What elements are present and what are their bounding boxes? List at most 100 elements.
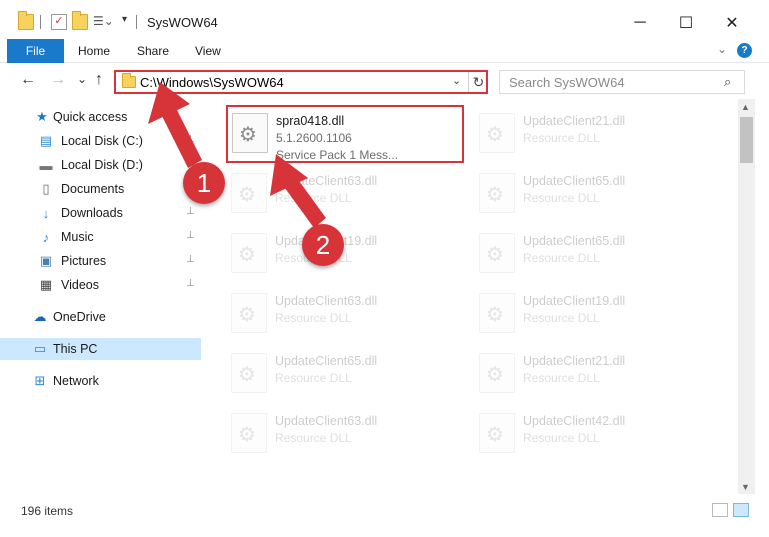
file-name: UpdateClient63.dll <box>275 414 378 428</box>
sidebar-item-network[interactable]: ⊞ Network <box>0 370 201 392</box>
sidebar-item-label: Downloads <box>61 206 123 220</box>
sidebar-item-label: Documents <box>61 182 125 196</box>
tab-view[interactable]: View <box>195 44 221 58</box>
pin-icon[interactable]: ⊥ <box>186 278 195 289</box>
file-tile[interactable]: UpdateClient21.dll Resource DLL <box>475 345 711 401</box>
item-count: 196 items <box>21 504 74 518</box>
address-dropdown-icon[interactable]: ⌄ <box>452 74 461 87</box>
sidebar-item-local-disk-d[interactable]: ▬ Local Disk (D:) <box>0 154 201 176</box>
sidebar-item-videos[interactable]: ▦ Videos ⊥ <box>0 274 201 296</box>
refresh-button[interactable]: ↻ <box>468 72 488 92</box>
file-name: UpdateClient63.dll <box>275 294 378 308</box>
sidebar-item-label: Local Disk (D:) <box>61 158 143 172</box>
scroll-thumb[interactable] <box>740 117 753 163</box>
file-tile[interactable]: UpdateClient65.dll Resource DLL <box>227 345 463 401</box>
sidebar-item-onedrive[interactable]: ☁ OneDrive <box>0 306 201 328</box>
file-tile[interactable]: UpdateClient63.dll Resource DLL <box>227 165 463 221</box>
sidebar-item-label: OneDrive <box>53 310 106 324</box>
documents-icon: ▯ <box>42 181 50 196</box>
monitor-icon: ▭ <box>33 341 47 356</box>
film-icon: ▦ <box>39 277 53 292</box>
star-icon: ★ <box>36 109 48 124</box>
dll-file-icon <box>479 233 515 273</box>
new-folder-icon[interactable] <box>72 11 88 30</box>
address-path[interactable]: C:\Windows\SysWOW64 <box>140 75 284 90</box>
large-icons-view-button[interactable] <box>733 503 749 517</box>
search-box[interactable]: ⌕ <box>499 70 745 94</box>
pin-icon[interactable]: ⊥ <box>186 134 195 145</box>
dll-file-icon <box>231 293 267 333</box>
search-input[interactable] <box>500 71 720 93</box>
file-name: UpdateClient21.dll <box>523 114 626 128</box>
file-tile[interactable]: UpdateClient19.dllResource DLL <box>227 225 463 281</box>
forward-button[interactable]: → <box>50 71 66 89</box>
dll-file-icon <box>479 113 515 153</box>
dll-file-icon <box>231 233 267 273</box>
file-tile[interactable]: UpdateClient19.dllResource DLL <box>475 285 711 341</box>
title-bar: ✓ ☰⌄ ▾ SysWOW64 ─ ☐ ✕ <box>0 0 769 44</box>
up-button[interactable]: ↑ <box>95 71 103 89</box>
file-tile[interactable]: UpdateClient65.dll Resource DLL <box>475 165 711 221</box>
minimize-button[interactable]: ─ <box>617 6 663 40</box>
divider <box>40 15 41 29</box>
dll-file-icon <box>231 353 267 393</box>
dll-file-icon <box>231 413 267 453</box>
sidebar-item-this-pc[interactable]: ▭ This PC <box>0 338 201 360</box>
scroll-down-arrow-icon[interactable]: ▼ <box>741 482 750 492</box>
tab-home[interactable]: Home <box>78 44 110 58</box>
dll-file-icon <box>479 173 515 213</box>
help-icon[interactable]: ? <box>737 43 752 58</box>
scroll-up-arrow-icon[interactable]: ▲ <box>741 102 750 112</box>
divider <box>136 15 137 29</box>
file-type: Resource DLL <box>275 371 352 385</box>
file-type: Resource DLL <box>275 311 352 325</box>
file-name: UpdateClient65.dll <box>275 354 378 368</box>
file-tile[interactable]: UpdateClient63.dll Resource DLL <box>227 285 463 341</box>
file-name: UpdateClient65.dll <box>523 234 626 248</box>
sidebar-item-local-disk-c[interactable]: ▤ Local Disk (C:) ⊥ <box>0 130 201 152</box>
file-tile[interactable]: UpdateClient63.dll Resource DLL <box>227 405 463 461</box>
sidebar-item-label: This PC <box>53 342 98 356</box>
sidebar-item-pictures[interactable]: ▣ Pictures ⊥ <box>0 250 201 272</box>
sidebar-item-label: Network <box>53 374 99 388</box>
customize-toolbar-icon[interactable]: ☰⌄ <box>93 14 114 30</box>
collapse-ribbon-icon[interactable]: ⌄ <box>717 42 727 56</box>
pin-icon[interactable]: ⊥ <box>186 206 195 217</box>
download-arrow-icon: ↓ <box>42 205 50 221</box>
window-title: SysWOW64 <box>147 15 218 30</box>
sidebar-item-quick-access[interactable]: ★ Quick access <box>0 106 201 128</box>
status-bar: 196 items <box>0 500 769 522</box>
file-type: Resource DLL <box>523 131 600 145</box>
sidebar-item-downloads[interactable]: ↓ Downloads ⊥ <box>0 202 201 224</box>
file-tile[interactable]: UpdateClient65.dll Resource DLL <box>475 225 711 281</box>
recent-locations-button[interactable]: ⌄ <box>77 72 87 86</box>
file-name: UpdateClient42.dll <box>523 414 626 428</box>
sidebar-item-label: Quick access <box>53 110 128 124</box>
vertical-scrollbar[interactable]: ▲ ▼ <box>738 99 755 494</box>
maximize-button[interactable]: ☐ <box>663 6 709 40</box>
cloud-icon: ☁ <box>33 309 47 324</box>
sidebar-item-documents[interactable]: ▯ Documents <box>0 178 201 200</box>
file-tile[interactable]: UpdateClient21.dll Resource DLL <box>475 105 711 161</box>
dll-file-icon <box>479 293 515 333</box>
file-type: Resource DLL <box>523 311 600 325</box>
file-type: Resource DLL <box>275 191 352 205</box>
sidebar-item-music[interactable]: ♪ Music ⊥ <box>0 226 201 248</box>
tab-file[interactable]: File <box>7 39 64 63</box>
pin-icon[interactable]: ⊥ <box>186 254 195 265</box>
tab-share[interactable]: Share <box>137 44 169 58</box>
file-name: UpdateClient65.dll <box>523 174 626 188</box>
file-type: Resource DLL <box>523 251 600 265</box>
details-view-button[interactable] <box>712 503 728 517</box>
file-tile[interactable]: UpdateClient42.dll Resource DLL <box>475 405 711 461</box>
properties-icon[interactable]: ✓ <box>51 14 67 30</box>
close-button[interactable]: ✕ <box>709 6 755 40</box>
navigation-pane: ★ Quick access ▤ Local Disk (C:) ⊥ ▬ Local Dis… <box>0 99 205 494</box>
sidebar-item-label: Videos <box>61 278 99 292</box>
ribbon-tabs: File Home Share View ⌄ ? <box>0 39 769 63</box>
pin-icon[interactable]: ⊥ <box>186 230 195 241</box>
address-bar[interactable]: C:\Windows\SysWOW64 ⌄ ↻ <box>114 70 488 94</box>
back-button[interactable]: ← <box>20 71 36 89</box>
search-icon[interactable]: ⌕ <box>724 74 731 90</box>
music-note-icon: ♪ <box>42 229 50 245</box>
